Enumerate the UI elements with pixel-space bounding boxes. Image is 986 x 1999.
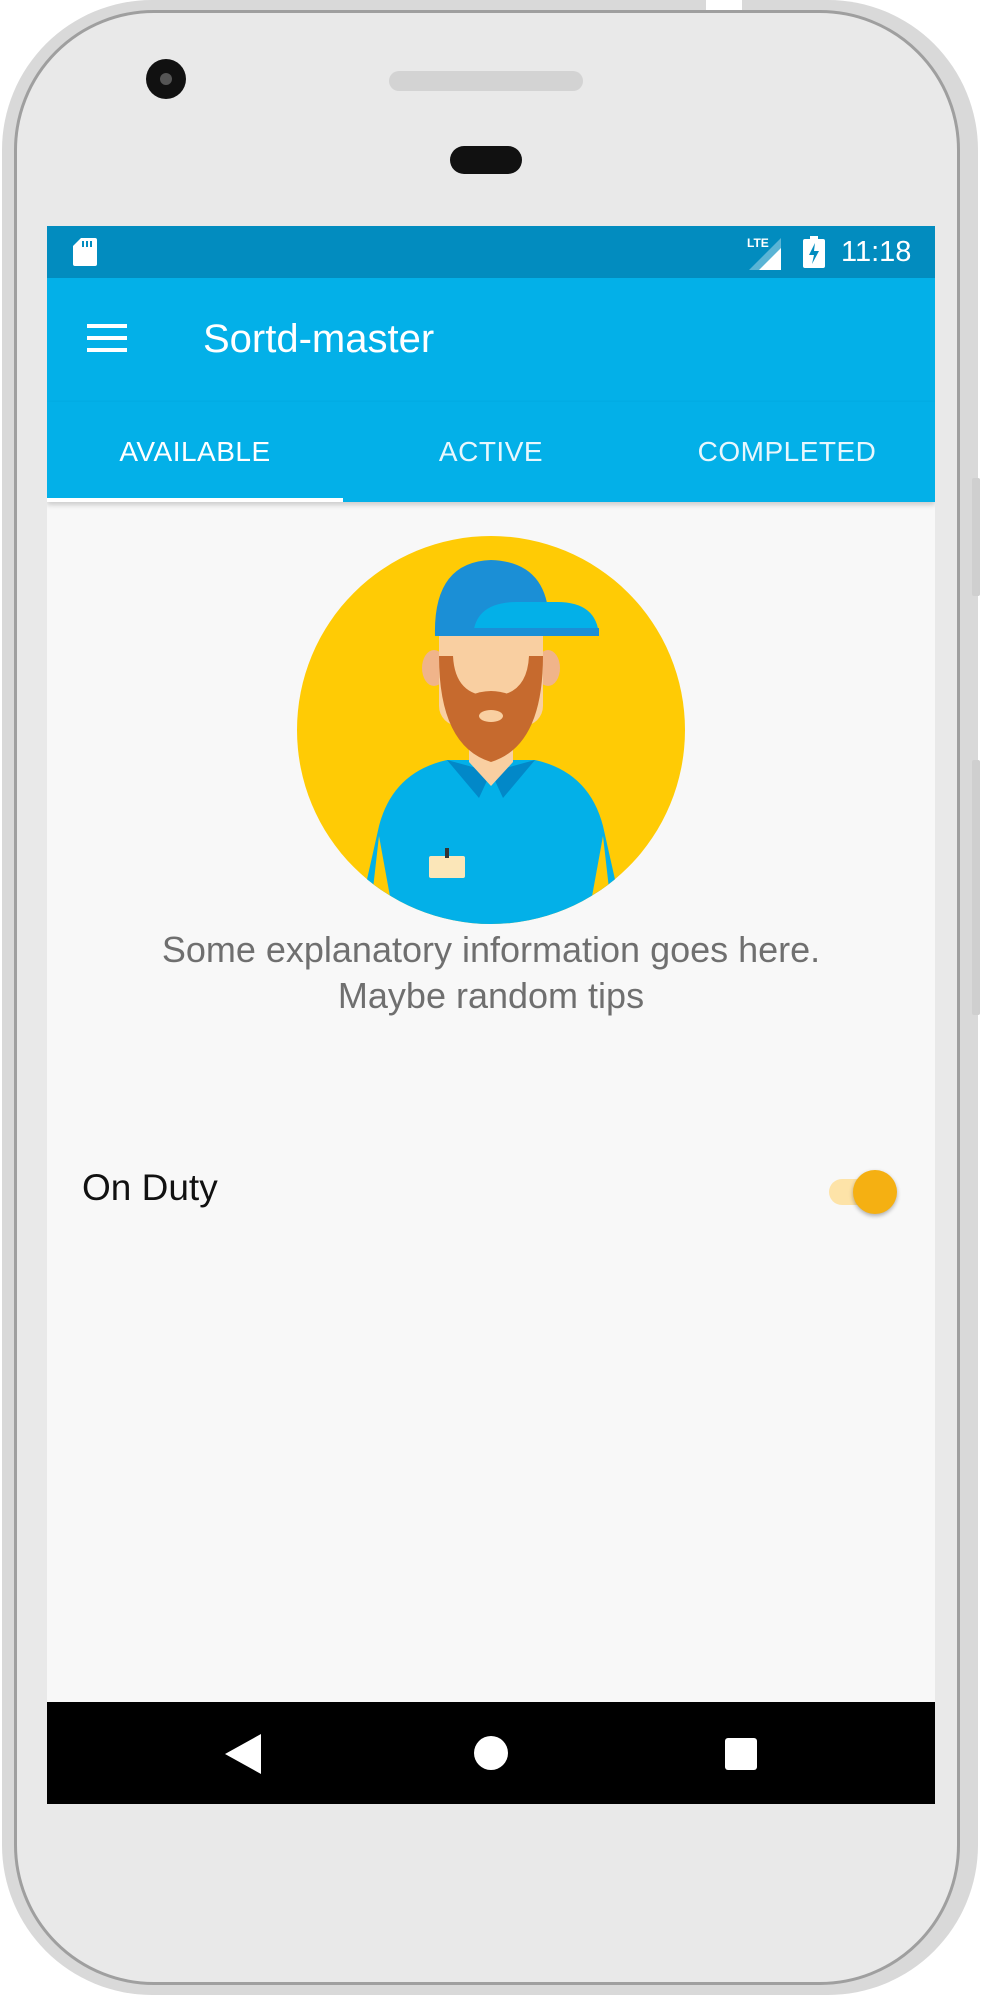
screen: LTE 11:18 Sortd-master AVAILABLE ACTIVE … (47, 226, 935, 1804)
lte-signal-icon: LTE (747, 236, 781, 270)
navigation-bar (47, 1702, 935, 1804)
volume-button (972, 478, 980, 596)
sd-card-icon (73, 238, 97, 266)
svg-text:LTE: LTE (747, 236, 769, 250)
on-duty-label: On Duty (82, 1167, 218, 1208)
status-clock: 11:18 (841, 236, 912, 268)
info-text: Some explanatory information goes here. … (161, 929, 821, 1016)
status-bar: LTE 11:18 (47, 226, 935, 278)
app-toolbar: Sortd-master (47, 278, 935, 402)
tab-selected-indicator (47, 498, 343, 502)
back-icon[interactable] (225, 1734, 261, 1774)
app-title: Sortd-master (203, 317, 435, 361)
battery-charging-icon (803, 236, 825, 268)
front-camera (146, 59, 186, 99)
switch-thumb (853, 1170, 897, 1214)
earpiece-speaker (389, 71, 583, 91)
tab-active[interactable]: ACTIVE (343, 402, 639, 502)
tab-bar: AVAILABLE ACTIVE COMPLETED (47, 402, 935, 502)
home-icon[interactable] (474, 1736, 508, 1770)
tab-completed[interactable]: COMPLETED (639, 402, 935, 502)
proximity-sensor (450, 146, 522, 174)
on-duty-switch[interactable] (823, 1166, 901, 1216)
tab-available[interactable]: AVAILABLE (47, 402, 343, 502)
power-button (972, 760, 980, 1015)
recents-icon[interactable] (725, 1738, 757, 1770)
hamburger-menu-icon[interactable] (87, 322, 127, 354)
courier-avatar-icon (297, 536, 685, 924)
frame-notch (706, 0, 742, 10)
